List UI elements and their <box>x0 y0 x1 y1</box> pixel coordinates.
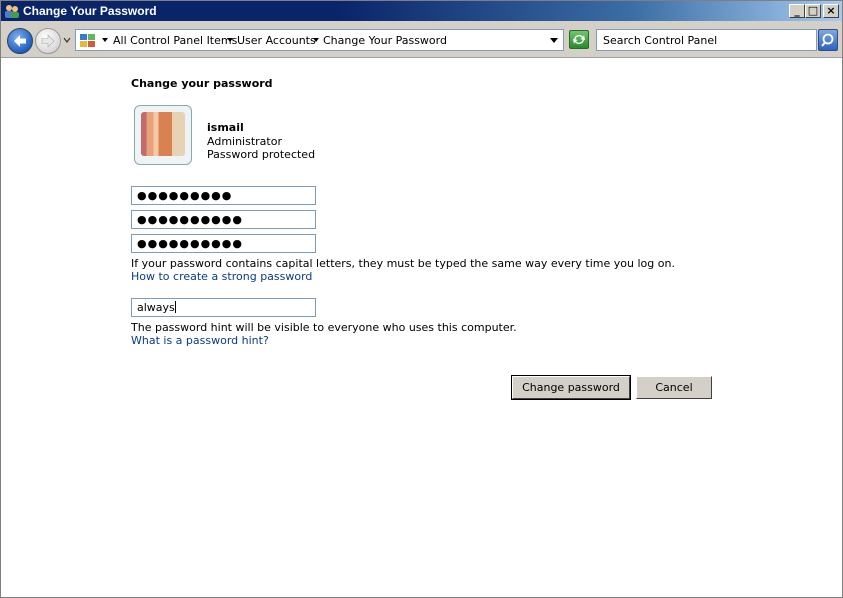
window-title: Change Your Password <box>23 4 157 18</box>
user-name: ismail <box>207 121 244 134</box>
search-icon <box>821 33 834 47</box>
refresh-button[interactable] <box>569 30 589 49</box>
caps-warning-text: If your password contains capital letter… <box>131 257 675 270</box>
forward-button[interactable] <box>35 28 61 54</box>
maximize-button[interactable]: □ <box>805 4 821 18</box>
address-dropdown-icon[interactable] <box>550 38 558 43</box>
refresh-icon <box>573 35 585 44</box>
text-caret <box>174 301 176 313</box>
confirm-password-field[interactable]: ●●●●●●●●●● <box>131 234 316 253</box>
breadcrumb-separator-icon[interactable] <box>313 38 319 42</box>
main-content: Change your password ismail Administrato… <box>1 58 842 597</box>
close-button[interactable]: × <box>823 4 839 18</box>
minimize-button[interactable]: _ <box>789 4 805 18</box>
recent-pages-dropdown-icon[interactable] <box>63 35 71 45</box>
page-title: Change your password <box>131 77 273 90</box>
strong-password-link[interactable]: How to create a strong password <box>131 270 312 283</box>
search-input[interactable]: Search Control Panel <box>596 29 817 51</box>
user-accounts-icon <box>5 5 19 18</box>
navigation-bar: All Control Panel Items User Accounts Ch… <box>1 21 842 58</box>
avatar <box>134 105 192 165</box>
password-hint-help-link[interactable]: What is a password hint? <box>131 334 269 347</box>
search-button[interactable] <box>818 29 838 51</box>
password-hint-field[interactable]: always <box>131 298 316 317</box>
window: Change Your Password _ □ × All Control P… <box>0 0 843 598</box>
password-hint-value: always <box>137 301 175 314</box>
breadcrumb-change-your-password[interactable]: Change Your Password <box>323 34 447 47</box>
forward-arrow-icon <box>41 34 55 48</box>
breadcrumb-user-accounts[interactable]: User Accounts <box>237 34 316 47</box>
back-button[interactable] <box>7 28 33 54</box>
user-password-status: Password protected <box>207 148 316 161</box>
user-role: Administrator <box>207 135 282 148</box>
cancel-button[interactable]: Cancel <box>636 376 712 399</box>
control-panel-icon <box>80 34 95 47</box>
title-bar[interactable]: Change Your Password _ □ × <box>1 1 842 21</box>
back-arrow-icon <box>14 35 26 47</box>
breadcrumb-all-control-panel-items[interactable]: All Control Panel Items <box>113 34 237 47</box>
hint-warning-text: The password hint will be visible to eve… <box>131 321 517 334</box>
current-password-field[interactable]: ●●●●●●●●● <box>131 186 316 205</box>
address-bar[interactable]: All Control Panel Items User Accounts Ch… <box>75 29 564 51</box>
breadcrumb-separator-icon[interactable] <box>102 38 108 42</box>
breadcrumb-separator-icon[interactable] <box>227 38 233 42</box>
new-password-field[interactable]: ●●●●●●●●●● <box>131 210 316 229</box>
change-password-button[interactable]: Change password <box>511 375 631 400</box>
user-picture <box>141 112 185 156</box>
search-placeholder: Search Control Panel <box>603 34 718 47</box>
